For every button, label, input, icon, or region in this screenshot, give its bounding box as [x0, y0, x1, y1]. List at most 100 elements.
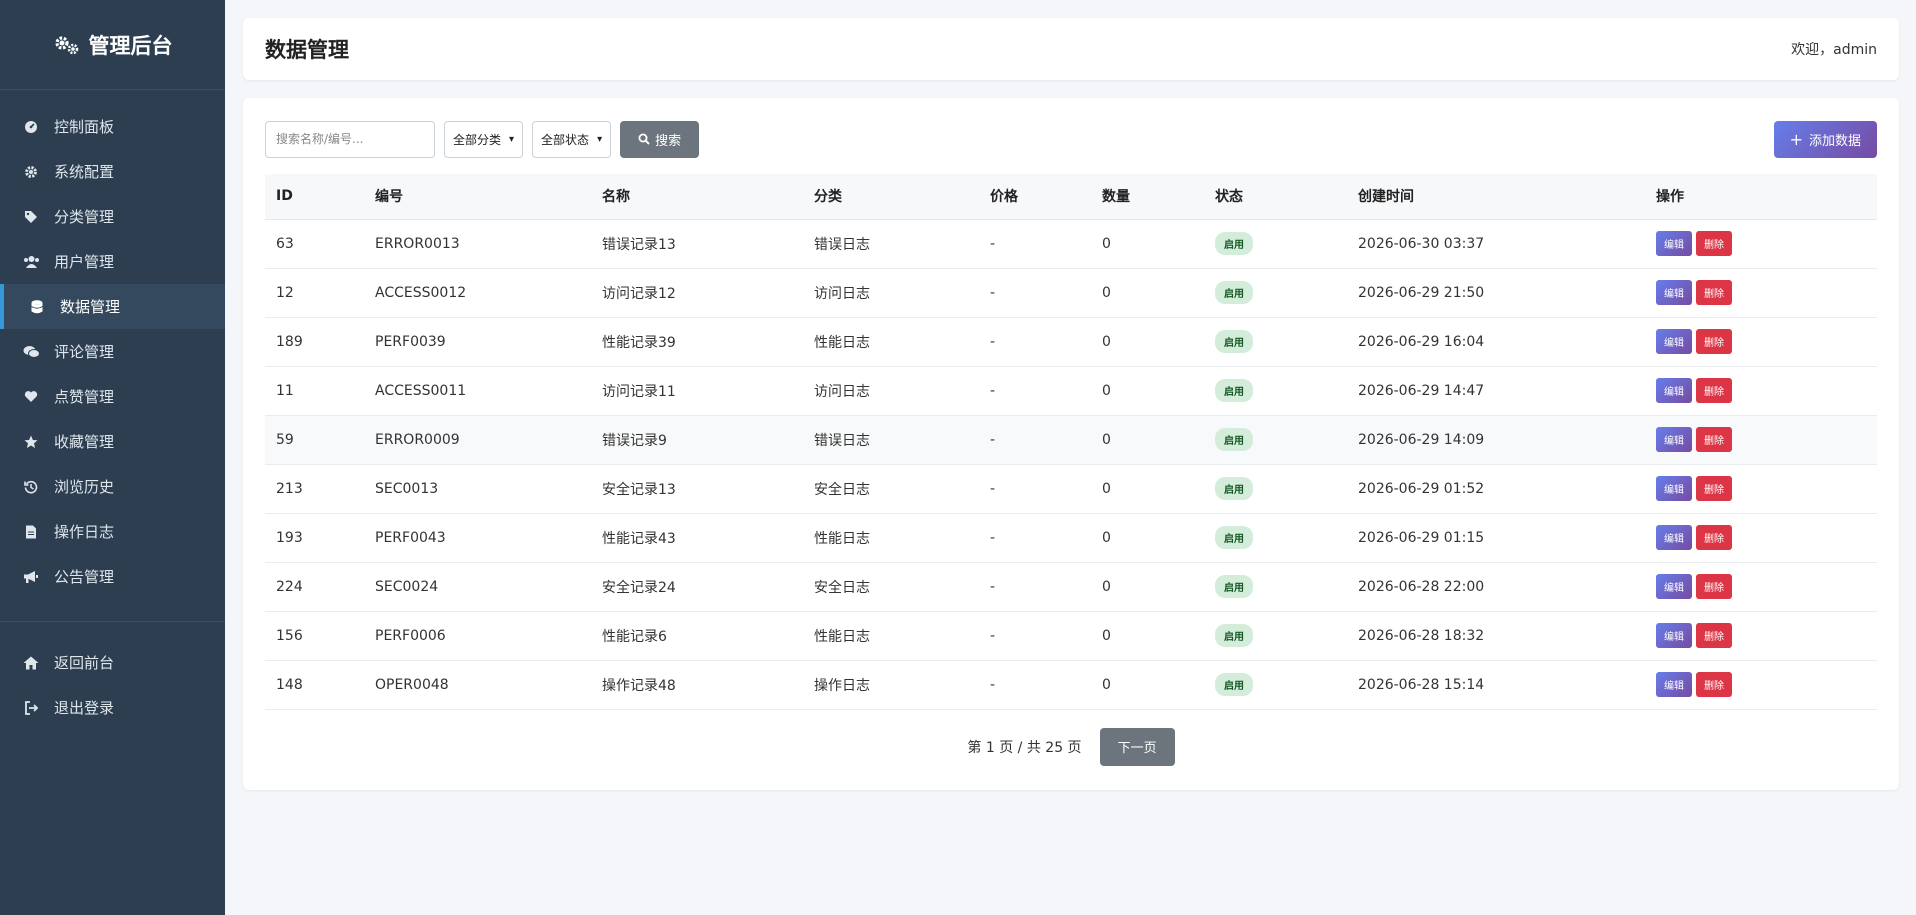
cell-actions: 编辑 删除: [1645, 415, 1877, 465]
cell-actions: 编辑 删除: [1645, 513, 1877, 563]
cell-actions: 编辑 删除: [1645, 366, 1877, 416]
cell-created: 2026-06-28 18:32: [1347, 611, 1645, 661]
status-badge: 启用: [1215, 477, 1253, 500]
data-table: ID 编号 名称 分类 价格 数量 状态 创建时间 操作 63 ERROR0013 错误记录13 错误…: [265, 174, 1877, 710]
cell-created: 2026-06-28 22:00: [1347, 562, 1645, 612]
delete-button[interactable]: 删除: [1696, 672, 1732, 697]
sidebar-item-8[interactable]: 收藏管理: [0, 419, 225, 464]
sidebar-item-10[interactable]: 操作日志: [0, 509, 225, 554]
sidebar-item-1[interactable]: 控制面板: [0, 104, 225, 149]
cell-status: 启用: [1204, 513, 1347, 563]
sidebar-item-label: 浏览历史: [54, 478, 115, 496]
cell-created: 2026-06-30 03:37: [1347, 219, 1645, 269]
add-data-button[interactable]: + 添加数据: [1773, 120, 1877, 158]
category-select[interactable]: 全部分类 ▾: [444, 120, 524, 158]
dashboard-icon: [22, 118, 40, 136]
cell-actions: 编辑 删除: [1645, 611, 1877, 661]
status-badge: 启用: [1215, 673, 1253, 696]
file-icon: [22, 523, 40, 541]
edit-button[interactable]: 编辑: [1656, 672, 1692, 697]
cell-id: 224: [265, 562, 364, 612]
cell-category: 访问日志: [803, 366, 979, 416]
edit-button[interactable]: 编辑: [1656, 329, 1692, 354]
cell-price: -: [979, 415, 1091, 465]
sidebar-item-2[interactable]: 系统配置: [0, 149, 225, 194]
cell-id: 11: [265, 366, 364, 416]
cell-actions: 编辑 删除: [1645, 464, 1877, 514]
nav-divider: [0, 621, 225, 622]
table-row: 63 ERROR0013 错误记录13 错误日志 -0 启用 2026-06-30 03:3…: [265, 219, 1877, 269]
cell-name: 安全记录24: [591, 562, 803, 612]
search-button[interactable]: 搜索: [620, 120, 700, 158]
table-row: 193 PERF0043 性能记录43 性能日志 -0 启用 2026-06-29 01:1…: [265, 513, 1877, 563]
sidebar-item-5[interactable]: 数据管理: [0, 284, 225, 329]
search-input[interactable]: [265, 120, 435, 158]
status-badge: 启用: [1215, 379, 1253, 402]
sidebar-item-9[interactable]: 浏览历史: [0, 464, 225, 509]
search-icon: [638, 133, 650, 145]
sidebar-item-2[interactable]: 退出登录: [0, 685, 225, 730]
gear-icon: [22, 163, 40, 181]
cell-qty: 0: [1091, 660, 1204, 710]
brand-title: 管理后台: [88, 33, 173, 58]
sidebar-item-4[interactable]: 用户管理: [0, 239, 225, 284]
sidebar-item-7[interactable]: 点赞管理: [0, 374, 225, 419]
welcome-text: 欢迎，admin: [1791, 42, 1877, 58]
edit-button[interactable]: 编辑: [1656, 378, 1692, 403]
cell-code: PERF0039: [364, 317, 591, 367]
delete-button[interactable]: 删除: [1696, 427, 1732, 452]
cell-actions: 编辑 删除: [1645, 317, 1877, 367]
edit-button[interactable]: 编辑: [1656, 427, 1692, 452]
cell-price: -: [979, 268, 1091, 318]
edit-button[interactable]: 编辑: [1656, 623, 1692, 648]
sidebar-item-label: 操作日志: [54, 523, 115, 541]
cell-code: ERROR0013: [364, 219, 591, 269]
cell-status: 启用: [1204, 219, 1347, 269]
sidebar-nav: 控制面板 系统配置分类管理用户管理 数据管理 评论管理 点赞管理收藏管理浏览历史操作日志…: [0, 90, 225, 599]
cell-code: OPER0048: [364, 660, 591, 710]
cell-name: 操作记录48: [591, 660, 803, 710]
delete-button[interactable]: 删除: [1696, 525, 1732, 550]
edit-button[interactable]: 编辑: [1656, 280, 1692, 305]
column-header: 名称: [591, 174, 803, 220]
cell-name: 性能记录6: [591, 611, 803, 661]
next-page-button[interactable]: 下一页: [1099, 727, 1175, 766]
bullhorn-icon: [22, 568, 40, 586]
sidebar-item-1[interactable]: 返回前台: [0, 640, 225, 685]
edit-button[interactable]: 编辑: [1656, 574, 1692, 599]
table-row: 12 ACCESS0012 访问记录12 访问日志 -0 启用 2026-06-29 21:…: [265, 268, 1877, 318]
cell-code: SEC0024: [364, 562, 591, 612]
cell-price: -: [979, 660, 1091, 710]
sidebar-item-6[interactable]: 评论管理: [0, 329, 225, 374]
delete-button[interactable]: 删除: [1696, 231, 1732, 256]
edit-button[interactable]: 编辑: [1656, 231, 1692, 256]
cell-name: 访问记录11: [591, 366, 803, 416]
status-badge: 启用: [1215, 624, 1253, 647]
cell-category: 访问日志: [803, 268, 979, 318]
delete-button[interactable]: 删除: [1696, 623, 1732, 648]
cell-name: 错误记录9: [591, 415, 803, 465]
page-header: 数据管理 欢迎，admin: [243, 18, 1899, 80]
data-panel: 全部分类 ▾ 全部状态 ▾ 搜索 + 添加数据 ID编号名称分类价格数量状态创建…: [243, 98, 1899, 790]
delete-button[interactable]: 删除: [1696, 280, 1732, 305]
tags-icon: [22, 208, 40, 226]
column-header: 状态: [1204, 174, 1347, 220]
delete-button[interactable]: 删除: [1696, 574, 1732, 599]
cell-status: 启用: [1204, 660, 1347, 710]
sidebar-item-11[interactable]: 公告管理: [0, 554, 225, 599]
cell-category: 性能日志: [803, 513, 979, 563]
sidebar-item-label: 收藏管理: [54, 433, 115, 451]
cell-code: SEC0013: [364, 464, 591, 514]
cell-code: ACCESS0011: [364, 366, 591, 416]
sidebar-item-label: 分类管理: [54, 208, 115, 226]
cell-created: 2026-06-29 14:47: [1347, 366, 1645, 416]
delete-button[interactable]: 删除: [1696, 329, 1732, 354]
status-select[interactable]: 全部状态 ▾: [532, 120, 612, 158]
sidebar-item-3[interactable]: 分类管理: [0, 194, 225, 239]
delete-button[interactable]: 删除: [1696, 378, 1732, 403]
edit-button[interactable]: 编辑: [1656, 525, 1692, 550]
edit-button[interactable]: 编辑: [1656, 476, 1692, 501]
delete-button[interactable]: 删除: [1696, 476, 1732, 501]
brand: 管理后台: [0, 0, 225, 90]
table-row: 156 PERF0006 性能记录6 性能日志 -0 启用 2026-06-28 18:32…: [265, 611, 1877, 661]
